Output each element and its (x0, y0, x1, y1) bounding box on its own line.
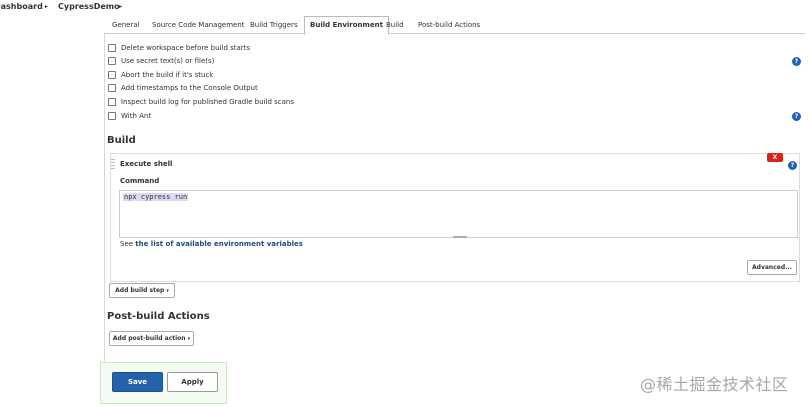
option-label: Delete workspace before build starts (121, 44, 251, 52)
tab-general[interactable]: General (107, 17, 145, 33)
option-label: With Ant (121, 112, 152, 120)
help-icon[interactable]: ? (792, 112, 801, 121)
hint-prefix: See (120, 240, 136, 248)
help-icon[interactable]: ? (792, 57, 801, 66)
add-build-step-button[interactable]: Add build step ▾ (109, 283, 175, 298)
drag-handle-icon[interactable] (111, 159, 115, 169)
help-icon[interactable]: ? (788, 161, 797, 170)
tab-build[interactable]: Build (381, 17, 409, 33)
breadcrumb-dashboard[interactable]: Dashboard (0, 2, 43, 11)
option-label: Use secret text(s) or file(s) (121, 57, 215, 65)
section-title-build: Build (107, 135, 136, 146)
option-secret-text[interactable]: Use secret text(s) or file(s) (108, 56, 214, 67)
tab-build-triggers[interactable]: Build Triggers (245, 17, 303, 33)
option-label: Abort the build if it's stuck (121, 71, 214, 79)
delete-step-button[interactable]: X (767, 153, 783, 162)
env-vars-hint: See the list of available environment va… (120, 240, 303, 248)
button-label: Add build step (115, 287, 165, 294)
checkbox[interactable] (108, 98, 116, 106)
save-button[interactable]: Save (112, 372, 163, 392)
tabs-divider (104, 33, 805, 34)
option-delete-workspace[interactable]: Delete workspace before build starts (108, 43, 250, 54)
option-label: Add timestamps to the Console Output (121, 84, 258, 92)
option-with-ant[interactable]: With Ant (108, 111, 151, 122)
tab-source-code-management[interactable]: Source Code Management (147, 17, 250, 33)
breadcrumb-separator-icon[interactable]: ▸ (119, 3, 122, 10)
chevron-down-icon: ▾ (166, 288, 169, 294)
build-step-title: Execute shell (120, 160, 173, 168)
env-vars-link[interactable]: the list of available environment variab… (135, 240, 303, 248)
apply-button[interactable]: Apply (167, 372, 218, 392)
checkbox[interactable] (108, 44, 116, 52)
tab-build-environment[interactable]: Build Environment (304, 16, 389, 35)
advanced-button[interactable]: Advanced... (747, 260, 797, 275)
checkbox[interactable] (108, 84, 116, 92)
watermark-text: @稀土掘金技术社区 (640, 375, 789, 394)
section-title-post-build: Post-build Actions (107, 311, 210, 322)
option-label: Inspect build log for published Gradle b… (121, 98, 294, 106)
checkbox[interactable] (108, 71, 116, 79)
command-textarea[interactable] (119, 190, 798, 238)
resize-handle[interactable] (453, 236, 467, 238)
tab-post-build-actions[interactable]: Post-build Actions (413, 17, 485, 33)
chevron-down-icon: ▾ (187, 336, 191, 342)
checkbox[interactable] (108, 57, 116, 65)
command-label: Command (120, 177, 160, 185)
breadcrumb-separator-icon: ▸ (45, 3, 49, 10)
command-value[interactable]: npx cypress run (123, 193, 189, 201)
breadcrumb-project[interactable]: CypressDemo (58, 2, 120, 11)
option-timestamps[interactable]: Add timestamps to the Console Output (108, 83, 258, 94)
add-post-build-action-button[interactable]: Add post-build action ▾ (109, 331, 194, 346)
option-gradle-scans[interactable]: Inspect build log for published Gradle b… (108, 97, 294, 108)
option-abort-stuck[interactable]: Abort the build if it's stuck (108, 70, 213, 81)
checkbox[interactable] (108, 112, 116, 120)
button-label: Add post-build action (112, 335, 186, 342)
